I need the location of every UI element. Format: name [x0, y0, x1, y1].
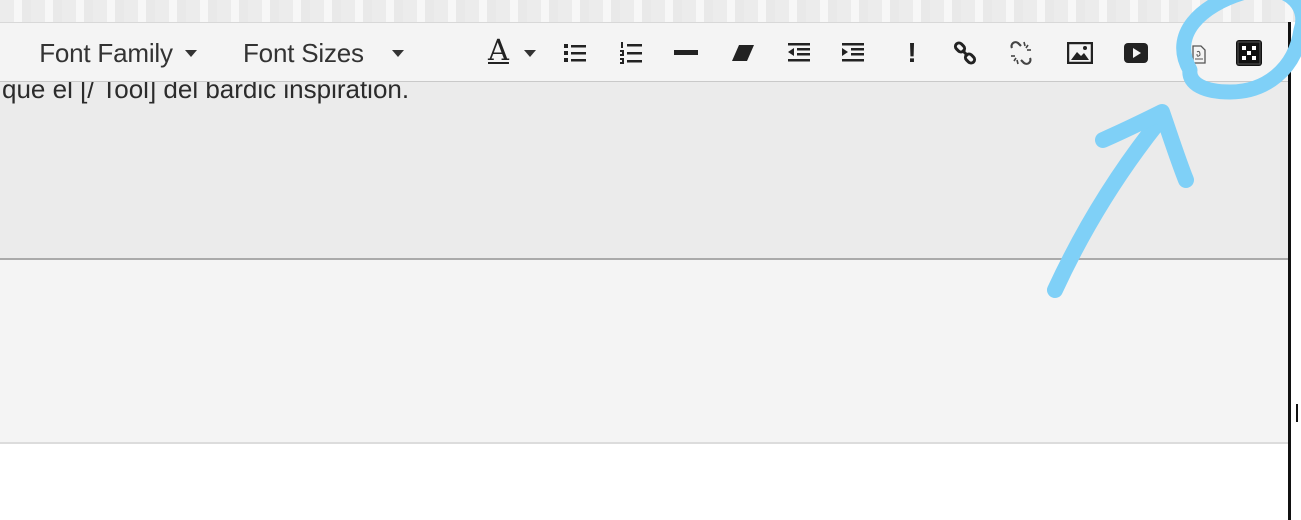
editor-toolbar: Font Family Font Sizes A ! [0, 22, 1288, 82]
insert-image-button[interactable] [1062, 23, 1098, 83]
link-icon [953, 41, 977, 65]
unlink-button[interactable] [1004, 23, 1038, 83]
chevron-down-icon [524, 49, 536, 57]
important-icon: ! [907, 37, 917, 68]
numbered-list-button[interactable] [614, 23, 648, 83]
video-icon [1124, 43, 1148, 63]
text-color-letter: A [488, 33, 509, 67]
image-icon [1067, 42, 1093, 64]
top-strip [0, 0, 1301, 22]
window-right-border [1288, 22, 1301, 520]
bullet-list-button[interactable] [558, 23, 592, 83]
insert-video-button[interactable] [1118, 23, 1154, 83]
eraser-icon [732, 45, 754, 61]
horizontal-rule-icon [674, 50, 698, 55]
bullet-list-icon [564, 44, 586, 62]
outdent-button[interactable] [782, 23, 816, 83]
dice-roll-button[interactable] [1232, 23, 1266, 83]
editor-text: que el [/ Tool] del bardic inspiration. [2, 82, 410, 104]
text-color-button[interactable]: A [474, 23, 546, 83]
font-sizes-label: Font Sizes [243, 37, 364, 68]
numbered-list-icon [620, 42, 642, 64]
chevron-down-icon [391, 49, 404, 57]
font-family-dropdown[interactable]: Font Family [18, 23, 218, 83]
editor-content-area[interactable]: que el [/ Tool] del bardic inspiration. [0, 82, 1288, 260]
font-family-label: Font Family [39, 37, 173, 68]
editor-status-area [0, 260, 1288, 444]
dice-icon [1236, 40, 1262, 66]
important-button[interactable]: ! [898, 23, 926, 83]
outdent-icon [788, 43, 810, 62]
text-color-icon: A [484, 33, 514, 73]
clear-format-button[interactable] [726, 23, 760, 83]
chevron-down-icon [184, 49, 197, 57]
font-sizes-dropdown[interactable]: Font Sizes [243, 23, 443, 83]
horizontal-rule-button[interactable] [668, 23, 704, 83]
document-button[interactable] [1186, 23, 1212, 83]
indent-icon [842, 43, 864, 62]
document-icon [1192, 45, 1206, 64]
indent-button[interactable] [836, 23, 870, 83]
unlink-icon [1010, 41, 1032, 65]
link-button[interactable] [948, 23, 982, 83]
window-border-notch [1296, 404, 1301, 422]
